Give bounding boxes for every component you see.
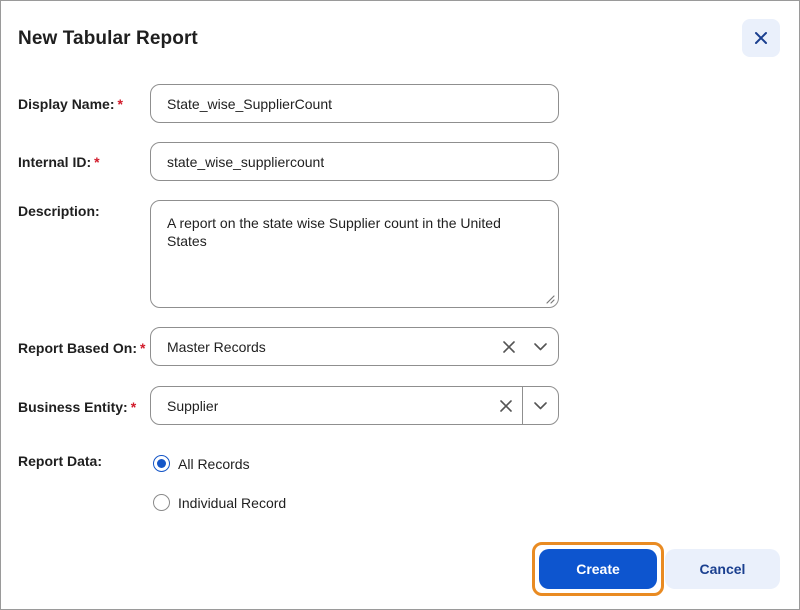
description-value: A report on the state wise Supplier coun… [167,215,501,249]
description-textarea[interactable]: A report on the state wise Supplier coun… [150,200,559,308]
clear-icon[interactable] [503,340,515,353]
radio-individual-record[interactable]: Individual Record [153,494,286,511]
close-icon [755,32,767,44]
required-mark: * [94,154,100,170]
new-report-dialog: New Tabular Report Display Name: * State_… [0,0,800,610]
internal-id-value: state_wise_suppliercount [167,153,325,170]
business-entity-value: Supplier [167,397,219,414]
description-label: Description: [18,203,100,219]
clear-icon[interactable] [500,399,512,412]
create-button[interactable]: Create [539,549,657,589]
display-name-input[interactable]: State_wise_SupplierCount [150,84,559,123]
business-entity-select[interactable]: Supplier [150,386,559,425]
required-mark: * [117,96,123,112]
radio-label: All Records [178,455,250,472]
resize-grip-icon[interactable] [544,293,555,304]
radio-button-checked[interactable] [153,455,170,472]
internal-id-label: Internal ID: * [18,154,100,170]
internal-id-input[interactable]: state_wise_suppliercount [150,142,559,181]
close-button[interactable] [742,19,780,57]
report-based-on-select[interactable]: Master Records [150,327,559,366]
radio-label: Individual Record [178,494,287,511]
report-data-label: Report Data: [18,453,103,469]
chevron-down-icon[interactable] [534,401,547,410]
display-name-value: State_wise_SupplierCount [167,95,332,112]
radio-button-unchecked[interactable] [153,494,170,511]
cancel-button[interactable]: Cancel [665,549,780,589]
required-mark: * [130,399,137,415]
report-based-on-value: Master Records [167,338,266,355]
required-mark: * [140,340,146,356]
business-entity-label: Business Entity: * [18,399,137,415]
select-divider [522,387,523,424]
radio-all-records[interactable]: All Records [153,455,250,472]
chevron-down-icon[interactable] [534,342,547,351]
display-name-label: Display Name: * [18,96,123,112]
dialog-title: New Tabular Report [18,28,198,49]
report-based-on-label: Report Based On: * [18,340,146,356]
